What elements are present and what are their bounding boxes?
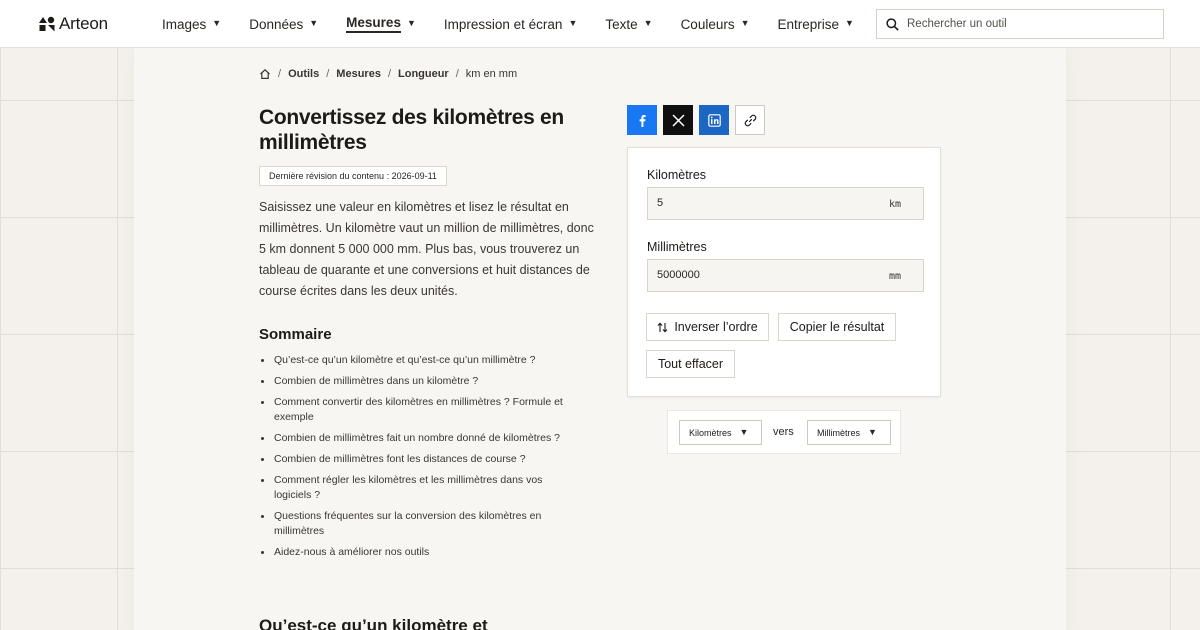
copy-result-button[interactable]: Copier le résultat: [778, 313, 896, 341]
to-unit-label: Millimètres: [647, 240, 707, 254]
page-title: Convertissez des kilomètres en millimètr…: [259, 106, 564, 154]
toc-item[interactable]: Combien de millimètres fait un nombre do…: [259, 431, 579, 446]
share-linkedin-button[interactable]: [699, 105, 729, 135]
caret-down-icon: ▼: [739, 426, 749, 437]
share-x-button[interactable]: [663, 105, 693, 135]
toc-item[interactable]: Combien de millimètres dans un kilomètre…: [259, 374, 579, 389]
toc-item[interactable]: Qu’est-ce qu’un kilomètre et qu’est-ce q…: [259, 353, 579, 368]
nav-item-couleurs[interactable]: Couleurs ▼: [681, 14, 750, 34]
nav-item-images[interactable]: Images ▼: [162, 14, 221, 34]
caret-down-icon: ▼: [643, 18, 653, 28]
breadcrumb-separator: /: [455, 68, 459, 80]
millimeters-input[interactable]: [657, 269, 857, 281]
toc-title: Sommaire: [259, 326, 332, 343]
breadcrumb: / Outils / Mesures / Longueur / km en mm: [259, 68, 517, 80]
toc-item[interactable]: Comment convertir des kilomètres en mill…: [259, 395, 579, 425]
to-unit-select-value: Millimètres: [817, 427, 861, 438]
from-unit-label: Kilomètres: [647, 168, 707, 182]
arteon-logo-icon: [39, 16, 55, 32]
linkedin-icon: [707, 113, 721, 127]
caret-down-icon: ▼: [568, 18, 578, 28]
table-of-contents: Qu’est-ce qu’un kilomètre et qu’est-ce q…: [259, 353, 579, 566]
nav-item-label: Entreprise: [777, 16, 840, 32]
clear-all-button[interactable]: Tout effacer: [646, 350, 735, 378]
top-navigation-bar: Arteon Images ▼ Données ▼ Mesures ▼ Impr…: [0, 0, 1200, 48]
toc-item[interactable]: Combien de millimètres font les distance…: [259, 452, 579, 467]
caret-down-icon: ▼: [845, 18, 854, 28]
nav-item-label: Images: [162, 16, 207, 32]
unit-selector: Kilomètres ▼ vers Millimètres ▼: [667, 410, 901, 454]
share-buttons: [627, 105, 765, 135]
nav-item-entreprise[interactable]: Entreprise ▼: [778, 14, 854, 34]
caret-down-icon: ▼: [212, 18, 222, 28]
to-unit-select[interactable]: Millimètres ▼: [807, 420, 891, 445]
kilometers-unit: km: [888, 199, 901, 210]
nav-item-label: Impression et écran: [443, 16, 563, 32]
breadcrumb-separator: /: [387, 68, 391, 80]
content-card: / Outils / Mesures / Longueur / km en mm…: [134, 48, 1066, 630]
nav-item-mesures[interactable]: Mesures ▼: [346, 14, 416, 34]
caret-down-icon: ▼: [740, 18, 750, 28]
nav-item-label: Mesures: [346, 15, 401, 33]
nav-item-label: Données: [249, 16, 304, 32]
brand-name: Arteon: [59, 14, 108, 33]
revision-badge: Dernière révision du contenu : 2026-09-1…: [259, 166, 447, 186]
caret-down-icon: ▼: [868, 426, 877, 437]
breadcrumb-current: km en mm: [465, 68, 518, 80]
nav-item-label: Texte: [605, 16, 638, 32]
share-facebook-button[interactable]: [627, 105, 657, 135]
converter-panel: Kilomètres km Millimètres mm Inverser l’…: [627, 147, 941, 397]
nav-item-texte[interactable]: Texte ▼: [605, 14, 652, 34]
search-box[interactable]: [876, 9, 1164, 39]
copy-link-button[interactable]: [735, 105, 765, 135]
unit-connector: vers: [773, 426, 794, 438]
kilometers-input[interactable]: [657, 197, 857, 209]
from-unit-select-value: Kilomètres: [689, 427, 732, 438]
facebook-icon: [639, 114, 646, 127]
breadcrumb-separator: /: [278, 68, 282, 80]
brand-logo[interactable]: Arteon: [39, 14, 108, 34]
toc-item[interactable]: Aidez-nous à améliorer nos outils: [259, 545, 579, 560]
clear-all-label: Tout effacer: [657, 357, 724, 371]
home-icon[interactable]: [259, 68, 271, 80]
breadcrumb-link-outils[interactable]: Outils: [288, 68, 319, 80]
millimeters-field[interactable]: mm: [647, 259, 924, 292]
search-icon: [886, 17, 899, 31]
nav-item-label: Couleurs: [680, 16, 735, 32]
search-input[interactable]: [907, 18, 1147, 30]
toc-item[interactable]: Comment régler les kilomètres et les mil…: [259, 473, 579, 503]
swap-units-button[interactable]: Inverser l’ordre: [646, 313, 769, 341]
millimeters-unit: mm: [888, 271, 901, 282]
nav-item-donnees[interactable]: Données ▼: [249, 14, 318, 34]
breadcrumb-link-longueur[interactable]: Longueur: [398, 68, 449, 80]
toc-item[interactable]: Questions fréquentes sur la conversion d…: [259, 509, 579, 539]
swap-units-label: Inverser l’ordre: [674, 320, 758, 334]
x-icon: [671, 113, 685, 127]
link-icon: [744, 114, 756, 126]
swap-arrows-icon: [657, 321, 668, 333]
kilometers-field[interactable]: km: [647, 187, 924, 220]
caret-down-icon: ▼: [309, 18, 319, 28]
breadcrumb-link-mesures[interactable]: Mesures: [336, 68, 381, 80]
copy-result-label: Copier le résultat: [789, 320, 885, 334]
caret-down-icon: ▼: [406, 18, 416, 28]
section-heading: Qu’est-ce qu’un kilomètre et: [259, 616, 488, 630]
main-menu: Images ▼ Données ▼ Mesures ▼ Impression …: [162, 0, 882, 48]
nav-item-impression-ecran[interactable]: Impression et écran ▼: [444, 14, 577, 34]
intro-paragraph: Saisissez une valeur en kilomètres et li…: [259, 200, 594, 298]
breadcrumb-separator: /: [326, 68, 330, 80]
from-unit-select[interactable]: Kilomètres ▼: [679, 420, 762, 445]
